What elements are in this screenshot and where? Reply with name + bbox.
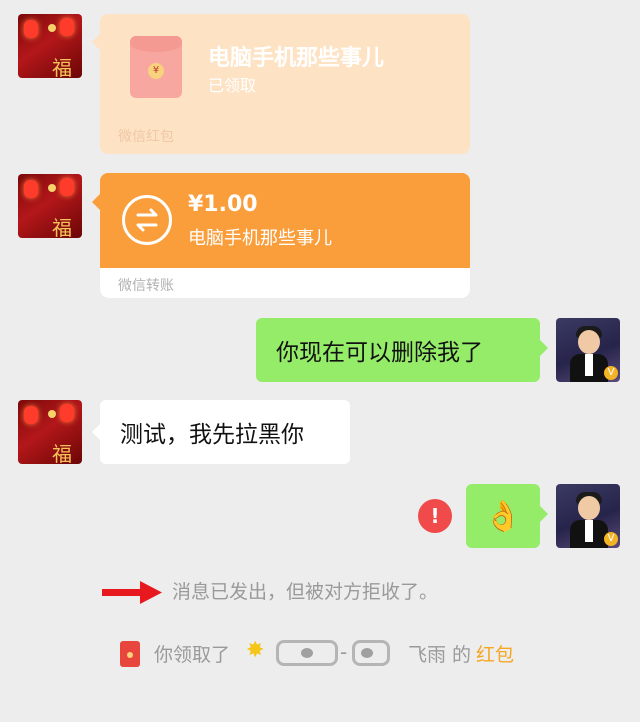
rejected-notice: 消息已发出，但被对方拒收了。 <box>172 581 439 603</box>
bubble-tail <box>92 194 100 210</box>
contact-avatar[interactable]: 福 <box>18 14 82 78</box>
eye-dash: - <box>340 640 348 664</box>
sparkle-star-icon: ✸ <box>246 638 265 663</box>
bubble-tail <box>92 424 100 440</box>
transfer-icon <box>122 195 172 245</box>
claimed-suffix: 的 <box>452 644 472 666</box>
eye-left-icon <box>276 640 338 666</box>
red-packet-footer: 微信红包 <box>118 129 174 145</box>
bubble-tail <box>92 34 100 50</box>
claimed-prefix: 你领取了 <box>154 644 231 666</box>
red-packet-title: 电脑手机那些事儿 <box>208 46 385 71</box>
avatar-fu-text: 福 <box>52 216 72 238</box>
bubble-tail <box>540 506 548 522</box>
received-message-text: 测试，我先拉黑你 <box>120 422 304 448</box>
verified-badge: V <box>604 532 618 546</box>
red-envelope-icon: ¥ <box>130 36 182 98</box>
envelope-seal: ¥ <box>148 63 164 79</box>
red-arrow-annotation <box>102 581 162 604</box>
self-avatar[interactable]: V <box>556 484 620 548</box>
sent-message-bubble[interactable]: 你现在可以删除我了 <box>256 318 540 382</box>
avatar-fu-text: 福 <box>52 442 72 464</box>
claimed-sender-name: 飞雨 <box>408 644 447 666</box>
contact-avatar[interactable]: 福 <box>18 400 82 464</box>
red-packet-status: 已领取 <box>208 76 257 95</box>
transfer-amount: ¥1.00 <box>188 192 258 217</box>
transfer-note: 电脑手机那些事儿 <box>188 228 332 249</box>
verified-badge: V <box>604 366 618 380</box>
send-failed-icon[interactable]: ! <box>418 499 452 533</box>
avatar-fu-text: 福 <box>52 56 72 78</box>
red-packet-small-icon <box>120 641 140 667</box>
self-avatar[interactable]: V <box>556 318 620 382</box>
received-message-bubble[interactable]: 测试，我先拉黑你 <box>100 400 350 464</box>
eye-right-icon <box>352 640 390 666</box>
red-packet-card[interactable]: ¥ 电脑手机那些事儿 已领取 微信红包 <box>100 14 470 154</box>
sent-emoji-bubble[interactable]: 👌 <box>466 484 540 548</box>
contact-avatar[interactable]: 福 <box>18 174 82 238</box>
transfer-card[interactable]: ¥1.00 电脑手机那些事儿 微信转账 <box>100 173 470 298</box>
ok-hand-emoji: 👌 <box>484 498 522 534</box>
bubble-tail <box>540 340 548 356</box>
transfer-footer: 微信转账 <box>118 278 174 294</box>
sent-message-text: 你现在可以删除我了 <box>276 340 483 366</box>
red-packet-link[interactable]: 红包 <box>476 640 514 667</box>
